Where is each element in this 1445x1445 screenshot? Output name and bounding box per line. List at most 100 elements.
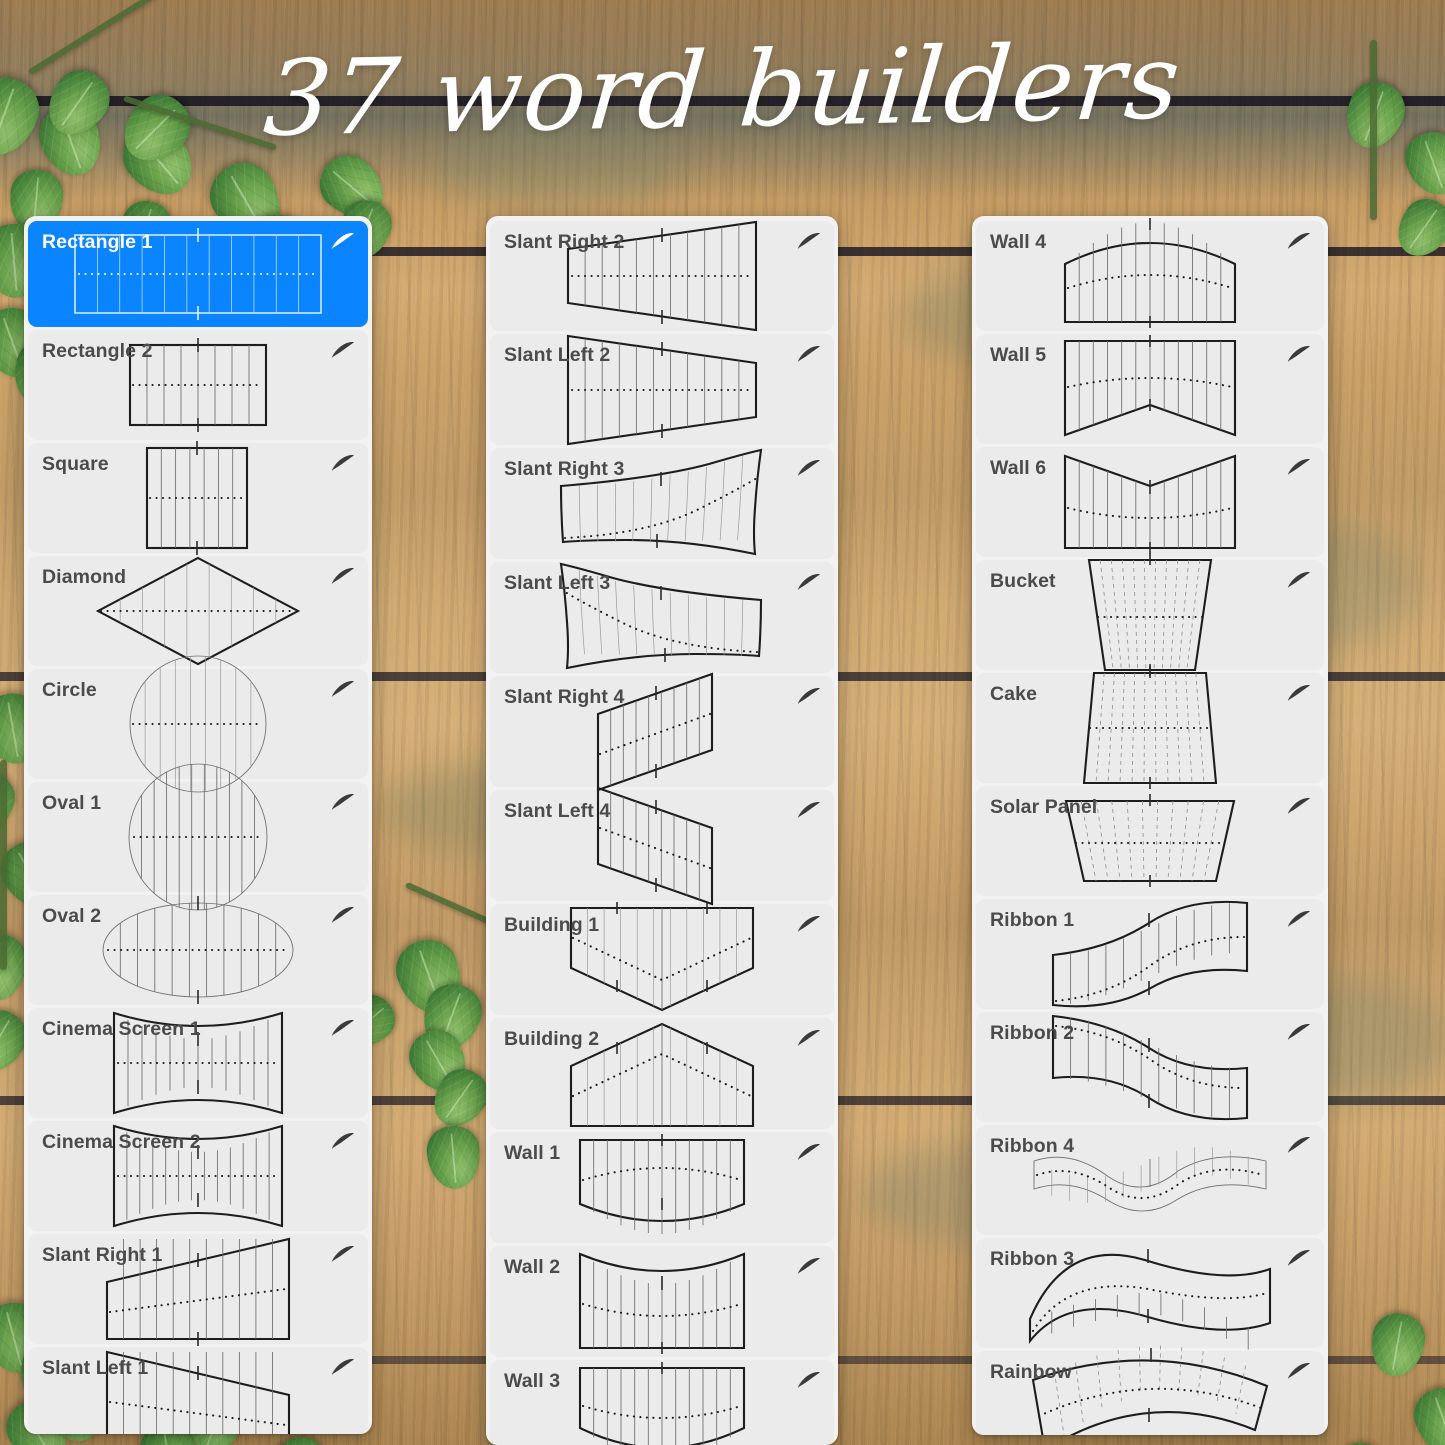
word-builder-card-cinema1[interactable]: Cinema Screen 1	[28, 1008, 368, 1118]
card-label: Circle	[42, 679, 97, 701]
card-label: Wall 6	[990, 457, 1047, 479]
word-builder-card-solarpanel[interactable]: Solar Panel	[976, 786, 1324, 896]
edit-leaf-icon[interactable]	[796, 1028, 822, 1053]
card-label: Slant Left 4	[504, 800, 611, 822]
edit-leaf-icon[interactable]	[330, 679, 356, 704]
word-builder-card-ribbon3[interactable]: Ribbon 3	[976, 1238, 1324, 1350]
edit-leaf-icon[interactable]	[330, 1244, 356, 1269]
card-label: Wall 1	[504, 1142, 561, 1164]
card-label: Slant Left 1	[42, 1357, 149, 1379]
word-builder-column-1[interactable]: Rectangle 1 Rectangle 2 Square Diamond Circl…	[24, 216, 372, 1434]
word-builder-card-wall4[interactable]: Wall 4	[976, 218, 1324, 331]
card-label: Slant Right 2	[504, 231, 625, 253]
card-label: Wall 5	[990, 344, 1047, 366]
card-label: Wall 4	[990, 231, 1047, 253]
card-label: Wall 2	[504, 1256, 561, 1278]
edit-leaf-icon[interactable]	[1286, 909, 1312, 934]
word-builder-card-slantleft3[interactable]: Slant Left 3	[490, 562, 834, 673]
edit-leaf-icon[interactable]	[1286, 796, 1312, 821]
edit-leaf-icon[interactable]	[796, 231, 822, 256]
edit-leaf-icon[interactable]	[796, 572, 822, 597]
edit-leaf-icon[interactable]	[796, 800, 822, 825]
card-label: Ribbon 2	[990, 1022, 1075, 1044]
edit-leaf-icon[interactable]	[1286, 1022, 1312, 1047]
card-label: Ribbon 3	[990, 1248, 1075, 1270]
word-builder-card-circle[interactable]: Circle	[28, 655, 368, 793]
word-builder-card-square[interactable]: Square	[28, 441, 368, 555]
card-label: Slant Right 3	[504, 458, 625, 480]
card-label: Building 2	[504, 1028, 600, 1050]
word-builder-card-diamond[interactable]: Diamond	[28, 556, 368, 666]
edit-leaf-icon[interactable]	[1286, 231, 1312, 256]
word-builder-card-ribbon2[interactable]: Ribbon 2	[976, 1012, 1324, 1122]
card-label: Oval 1	[42, 792, 102, 814]
edit-leaf-icon[interactable]	[1286, 457, 1312, 482]
edit-leaf-icon[interactable]	[1286, 570, 1312, 595]
word-builder-card-building1[interactable]: Building 1	[490, 901, 834, 1015]
edit-leaf-icon[interactable]	[330, 905, 356, 930]
edit-leaf-icon[interactable]	[796, 1370, 822, 1395]
word-builder-card-rectangle2[interactable]: Rectangle 2	[28, 330, 368, 440]
edit-leaf-icon[interactable]	[796, 914, 822, 939]
edit-leaf-icon[interactable]	[330, 566, 356, 591]
card-label: Ribbon 4	[990, 1135, 1075, 1157]
edit-leaf-icon[interactable]	[796, 1142, 822, 1167]
card-label: Cinema Screen 1	[42, 1018, 201, 1040]
edit-leaf-icon[interactable]	[330, 340, 356, 365]
edit-leaf-icon[interactable]	[1286, 1248, 1312, 1273]
card-label: Diamond	[42, 566, 127, 588]
word-builder-card-wall6[interactable]: Wall 6	[976, 447, 1324, 557]
word-builder-card-slantright1[interactable]: Slant Right 1	[28, 1234, 368, 1346]
word-builder-card-ribbon4[interactable]: Ribbon 4	[976, 1125, 1324, 1235]
card-label: Solar Panel	[990, 796, 1098, 818]
word-builder-card-cake[interactable]: Cake	[976, 666, 1324, 789]
word-builder-card-wall2[interactable]: Wall 2	[490, 1246, 834, 1357]
word-builder-card-slantleft2[interactable]: Slant Left 2	[490, 334, 834, 445]
word-builder-card-wall5[interactable]: Wall 5	[976, 334, 1324, 444]
edit-leaf-icon[interactable]	[330, 1357, 356, 1382]
edit-leaf-icon[interactable]	[330, 1131, 356, 1156]
word-builder-card-building2[interactable]: Building 2	[490, 1018, 834, 1129]
card-label: Square	[42, 453, 109, 475]
edit-leaf-icon[interactable]	[796, 344, 822, 369]
edit-leaf-icon[interactable]	[330, 1018, 356, 1043]
word-builder-card-bucket[interactable]: Bucket	[976, 553, 1324, 676]
word-builder-card-slantright3[interactable]: Slant Right 3	[490, 448, 834, 559]
edit-leaf-icon[interactable]	[1286, 683, 1312, 708]
word-builder-card-ribbon1[interactable]: Ribbon 1	[976, 899, 1324, 1009]
card-label: Cinema Screen 2	[42, 1131, 201, 1153]
card-label: Oval 2	[42, 905, 102, 927]
edit-leaf-icon[interactable]	[1286, 1361, 1312, 1386]
edit-leaf-icon[interactable]	[330, 792, 356, 817]
word-builder-card-oval2[interactable]: Oval 2	[28, 895, 368, 1005]
word-builder-card-slantleft4[interactable]: Slant Left 4	[490, 786, 834, 905]
card-label: Rainbow	[990, 1361, 1072, 1383]
word-builder-card-wall3[interactable]: Wall 3	[490, 1360, 834, 1445]
edit-leaf-icon[interactable]	[796, 686, 822, 711]
word-builder-card-slantright2[interactable]: Slant Right 2	[490, 220, 834, 332]
word-builder-card-slantright4[interactable]: Slant Right 4	[490, 672, 834, 791]
card-label: Ribbon 1	[990, 909, 1075, 931]
edit-leaf-icon[interactable]	[1286, 1135, 1312, 1160]
card-label: Wall 3	[504, 1370, 561, 1392]
edit-leaf-icon[interactable]	[796, 458, 822, 483]
card-label: Cake	[990, 683, 1038, 705]
card-label: Slant Left 3	[504, 572, 611, 594]
word-builder-card-rectangle1[interactable]: Rectangle 1	[28, 221, 368, 327]
word-builder-card-wall1[interactable]: Wall 1	[490, 1132, 834, 1243]
word-builder-card-cinema2[interactable]: Cinema Screen 2	[28, 1121, 368, 1231]
card-label: Building 1	[504, 914, 600, 936]
card-label: Bucket	[990, 570, 1056, 592]
card-label: Rectangle 1	[42, 231, 153, 253]
word-builder-column-3[interactable]: Wall 4 Wall 5 Wall 6 Bucket Cake Solar Panel R…	[972, 216, 1328, 1435]
word-builder-column-2[interactable]: Slant Right 2 Slant Left 2 Slant Right 3 Sl…	[486, 216, 838, 1445]
word-builder-card-rainbow[interactable]: Rainbow	[976, 1345, 1324, 1435]
word-builder-card-slantleft1[interactable]: Slant Left 1	[28, 1347, 368, 1434]
edit-leaf-icon[interactable]	[330, 231, 356, 256]
edit-leaf-icon[interactable]	[330, 453, 356, 478]
edit-leaf-icon[interactable]	[1286, 344, 1312, 369]
word-builder-card-oval1[interactable]: Oval 1	[28, 763, 368, 911]
card-label: Slant Right 4	[504, 686, 625, 708]
edit-leaf-icon[interactable]	[796, 1256, 822, 1281]
card-label: Slant Left 2	[504, 344, 611, 366]
